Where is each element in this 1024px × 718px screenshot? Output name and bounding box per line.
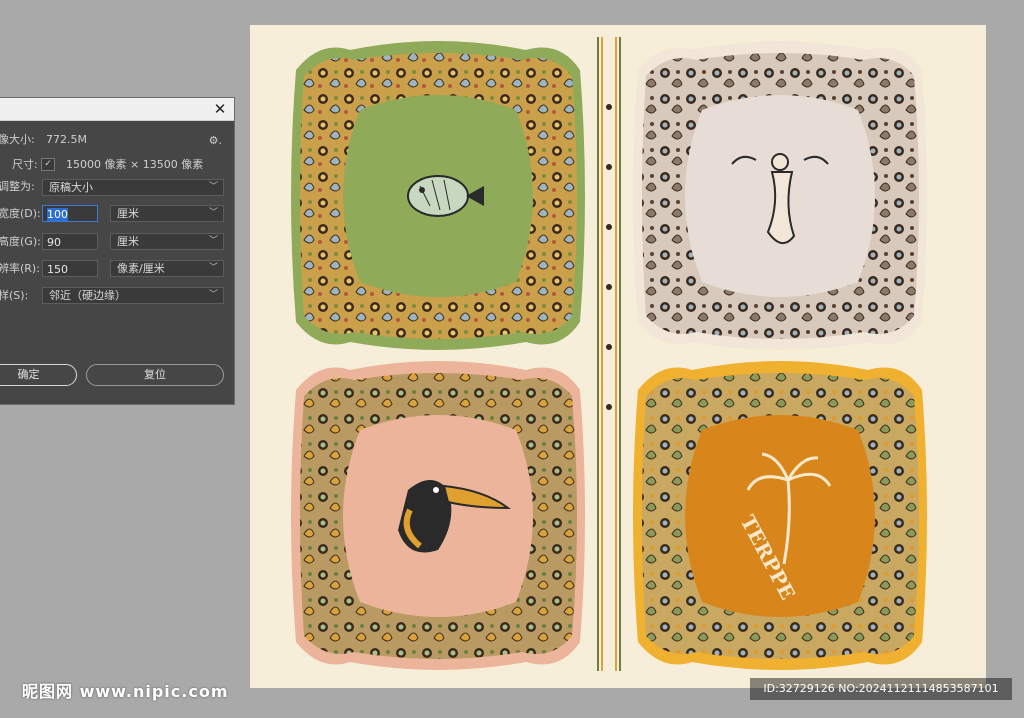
resolution-unit-select[interactable]: 像素/厘米 ﹀ bbox=[110, 260, 224, 277]
height-row: 高度(G): 90 厘米 ﹀ bbox=[0, 233, 234, 251]
resolution-value: 150 bbox=[47, 263, 68, 276]
watermark-left: 昵图网 www.nipic.com bbox=[22, 682, 229, 701]
width-unit-select[interactable]: 厘米 ﹀ bbox=[110, 205, 224, 222]
fit-to-label: 调整为: bbox=[0, 180, 35, 193]
close-icon[interactable]: ✕ bbox=[211, 100, 229, 118]
resolution-row: 辨率(R): 150 像素/厘米 ﹀ bbox=[0, 260, 234, 278]
fit-to-select[interactable]: 原稿大小 ﹀ bbox=[42, 179, 224, 196]
chevron-down-icon: ﹀ bbox=[208, 208, 218, 218]
dimensions-row: 尺寸: ✓ 15000 像素 × 13500 像素 bbox=[0, 156, 234, 174]
width-row: 宽度(D): 100 厘米 ﹀ bbox=[0, 205, 234, 223]
resample-row: 样(S): 邻近（硬边缘） ﹀ bbox=[0, 287, 234, 305]
width-label: 宽度(D): bbox=[0, 207, 41, 220]
resolution-input[interactable]: 150 bbox=[42, 260, 98, 277]
scarf-green-fish bbox=[290, 40, 586, 352]
height-value: 90 bbox=[47, 236, 61, 249]
scarf-orange-palm: TERPPE bbox=[632, 360, 928, 672]
chevron-down-icon: ﹀ bbox=[208, 236, 218, 246]
gear-icon[interactable]: ⚙. bbox=[209, 134, 222, 147]
watermark-right: ID:32729126 NO:20241121114853587101 bbox=[750, 678, 1012, 700]
width-input[interactable]: 100 bbox=[42, 205, 98, 222]
image-size-dialog: ✕ 像大小: 772.5M ⚙. 尺寸: ✓ 15000 像素 × 13500 … bbox=[0, 97, 235, 405]
fit-to-row: 调整为: 原稿大小 ﹀ bbox=[0, 178, 234, 196]
scarf-white-mermaid bbox=[632, 40, 928, 352]
height-input[interactable]: 90 bbox=[42, 233, 98, 250]
chevron-down-icon: ﹀ bbox=[208, 290, 218, 300]
height-label: 高度(G): bbox=[0, 235, 41, 248]
height-unit-select[interactable]: 厘米 ﹀ bbox=[110, 233, 224, 250]
divider-strip bbox=[596, 37, 622, 671]
dialog-titlebar: ✕ bbox=[0, 98, 234, 121]
resample-select[interactable]: 邻近（硬边缘） ﹀ bbox=[42, 287, 224, 304]
image-size-value: 772.5M bbox=[46, 133, 87, 146]
height-unit: 厘米 bbox=[117, 235, 139, 248]
resample-value: 邻近（硬边缘） bbox=[49, 289, 126, 302]
width-unit: 厘米 bbox=[117, 207, 139, 220]
chevron-down-icon: ﹀ bbox=[208, 263, 218, 273]
resolution-unit: 像素/厘米 bbox=[117, 262, 165, 275]
fit-to-value: 原稿大小 bbox=[49, 181, 93, 194]
ok-button[interactable]: 确定 bbox=[0, 364, 77, 386]
chevron-down-icon: ﹀ bbox=[208, 182, 218, 192]
image-size-label: 像大小: bbox=[0, 133, 35, 146]
resample-label: 样(S): bbox=[0, 289, 29, 302]
resolution-label: 辨率(R): bbox=[0, 262, 40, 275]
dimensions-value: 15000 像素 × 13500 像素 bbox=[66, 158, 204, 171]
image-size-row: 像大小: 772.5M bbox=[0, 131, 234, 149]
width-value: 100 bbox=[47, 208, 68, 221]
reset-button[interactable]: 复位 bbox=[86, 364, 224, 386]
scarf-pink-toucan bbox=[290, 360, 586, 672]
dimensions-toggle[interactable]: ✓ bbox=[41, 158, 55, 171]
dimensions-label: 尺寸: bbox=[12, 158, 38, 171]
